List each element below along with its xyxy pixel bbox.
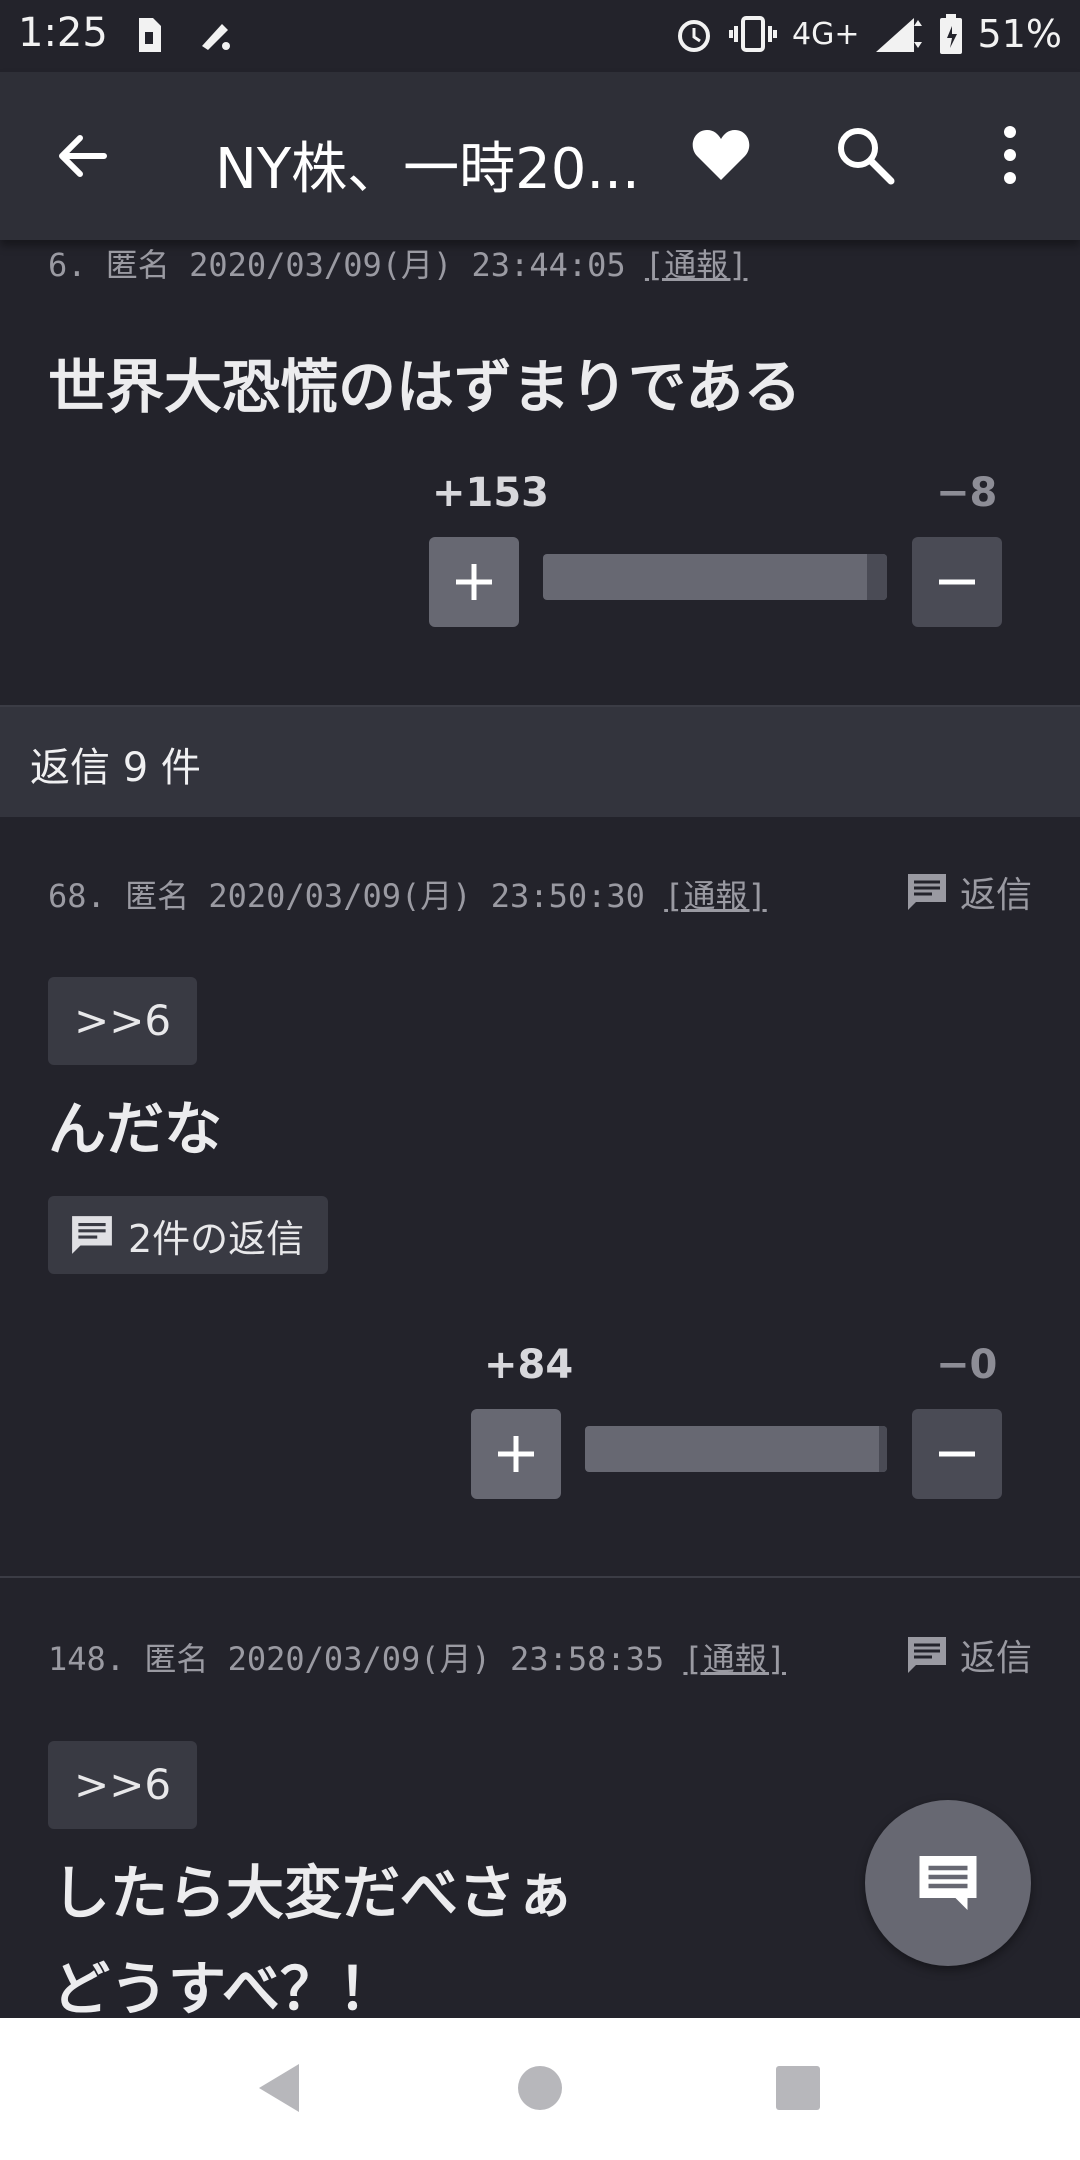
minus-count: −0 (936, 1342, 998, 1388)
reply-label: 返信 (959, 875, 1032, 916)
battery-icon (939, 14, 962, 54)
report-link[interactable]: [通報] (664, 877, 767, 915)
signal-icon (875, 18, 922, 52)
reply-count-header: 返信 9 件 (0, 707, 1080, 817)
minus-icon (939, 1451, 975, 1457)
reply-meta-text: 68. 匿名 2020/03/09(月) 23:50:30 (48, 877, 645, 915)
page-title: NY株、一時20... (215, 137, 640, 202)
reply-button[interactable]: 返信 (906, 1629, 1032, 1681)
anchor-link[interactable]: >>6 (48, 1741, 198, 1829)
reply-body-line-2: どうすべ？！ (52, 1955, 396, 2023)
reply-body: んだな (48, 1095, 223, 1163)
divider (0, 1576, 1080, 1578)
plus-count: +84 (484, 1342, 574, 1388)
nav-home-icon[interactable] (516, 2064, 564, 2112)
reply-meta: 68. 匿名 2020/03/09(月) 23:50:30 [通報] (48, 871, 767, 917)
vote-ratio-bar (543, 554, 887, 600)
minus-count: −8 (936, 470, 998, 516)
alarm-icon (678, 20, 711, 52)
replies-count-button[interactable]: 2件の返信 (48, 1196, 329, 1274)
vote-ratio-negative (879, 1426, 887, 1472)
reply-meta-text: 148. 匿名 2020/03/09(月) 23:58:35 (48, 1640, 665, 1678)
post-meta-text: 6. 匿名 2020/03/09(月) 23:44:05 (48, 246, 626, 284)
status-left-icons (135, 16, 236, 63)
vote-ratio-bar (585, 1426, 887, 1472)
comment-icon (907, 874, 946, 910)
reply-meta: 148. 匿名 2020/03/09(月) 23:58:35 [通報] (48, 1634, 786, 1680)
status-bar: 1:25 4G+ 51% (0, 0, 1080, 72)
compose-comment-button[interactable] (865, 1800, 1031, 1966)
post-meta: 6. 匿名 2020/03/09(月) 23:44:05 [通報] (48, 240, 747, 286)
system-nav-bar (0, 2018, 1080, 2160)
app-bar: NY株、一時20... (0, 72, 1080, 240)
more-vert-icon[interactable] (990, 124, 1030, 186)
comment-icon (72, 1216, 112, 1254)
replies-count-label: 2件の返信 (128, 1216, 305, 1261)
plus-icon (456, 564, 492, 600)
report-link[interactable]: [通報] (645, 246, 748, 284)
plus-icon (498, 1436, 534, 1472)
reply-count-label: 返信 9 件 (30, 745, 201, 791)
comment-icon (919, 1856, 977, 1910)
plus-count: +153 (432, 470, 550, 516)
network-type: 4G+ (792, 16, 860, 52)
post-body: 世界大恐慌のはずまりである (48, 353, 802, 421)
minus-icon (939, 579, 975, 585)
minus-vote-button[interactable] (912, 1409, 1002, 1499)
nav-recents-icon[interactable] (774, 2064, 822, 2112)
reply-button[interactable]: 返信 (906, 866, 1032, 918)
vibrate-icon (729, 16, 778, 52)
search-icon[interactable] (834, 124, 896, 186)
heart-icon[interactable] (690, 124, 752, 186)
sim-icon (139, 18, 161, 52)
minus-vote-button[interactable] (912, 537, 1002, 627)
status-right-icons: 4G+ 51% (674, 12, 1062, 56)
reply-label: 返信 (959, 1638, 1032, 1679)
reply-body-line-1: したら大変だべさぁ (52, 1859, 575, 1927)
battery-level: 51% (977, 12, 1062, 56)
report-link[interactable]: [通報] (683, 1640, 786, 1678)
vote-ratio-negative (867, 554, 887, 600)
back-arrow-icon[interactable] (52, 126, 112, 186)
plus-vote-button[interactable] (471, 1409, 561, 1499)
plus-vote-button[interactable] (429, 537, 519, 627)
anchor-link[interactable]: >>6 (48, 977, 198, 1065)
cast-icon (201, 24, 230, 50)
nav-back-icon[interactable] (255, 2060, 303, 2116)
comment-icon (907, 1637, 946, 1673)
status-time: 1:25 (18, 10, 108, 56)
